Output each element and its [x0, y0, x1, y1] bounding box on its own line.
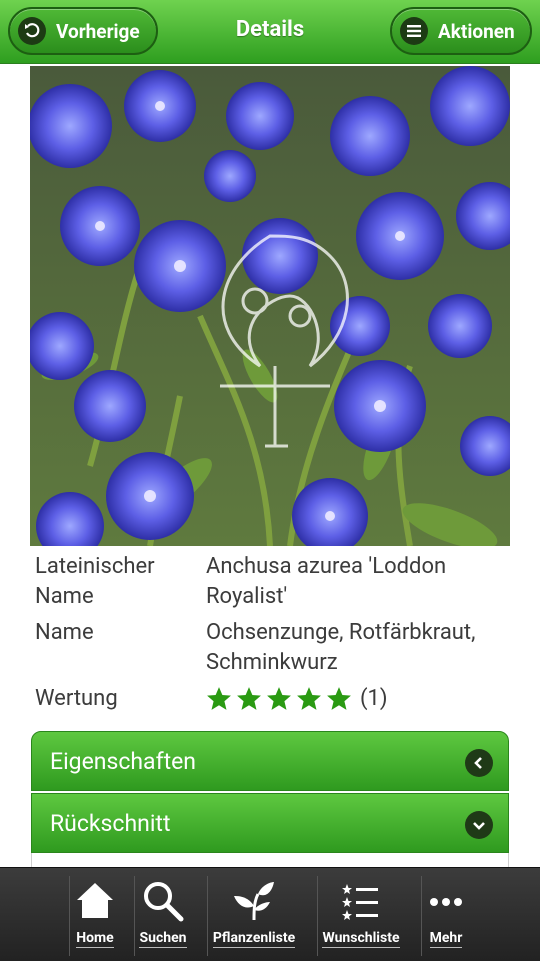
- search-icon: [141, 880, 185, 926]
- tab-wishlist[interactable]: Wunschliste: [318, 876, 404, 956]
- tab-label: Mehr: [429, 930, 463, 948]
- tab-search[interactable]: Suchen: [135, 876, 191, 956]
- tab-label: Pflanzenliste: [212, 930, 296, 948]
- bottom-tab-bar: Home Suchen Pflanzenliste Wunschliste Me…: [0, 867, 540, 961]
- tab-more[interactable]: Mehr: [422, 876, 470, 956]
- star-icon: [267, 687, 291, 710]
- back-arrow-icon: [18, 17, 46, 45]
- rating-count: (1): [360, 686, 388, 711]
- rating-row: Wertung (1): [35, 684, 515, 714]
- menu-icon: [400, 17, 428, 45]
- section-label: Eigenschaften: [50, 747, 196, 775]
- latin-name-label: Lateinischer Name: [35, 554, 155, 609]
- rating-label: Wertung: [35, 686, 118, 711]
- more-icon: [428, 880, 464, 924]
- star-icon: [237, 687, 261, 710]
- header-bar: Vorherige Details Aktionen: [0, 0, 540, 64]
- rating-stars[interactable]: (1): [206, 684, 515, 714]
- home-icon: [75, 880, 115, 924]
- tab-label: Home: [76, 930, 114, 948]
- common-name-label: Name: [35, 620, 94, 645]
- tab-plantlist[interactable]: Pflanzenliste: [208, 876, 300, 956]
- actions-button-label: Aktionen: [438, 19, 515, 43]
- section-eigenschaften[interactable]: Eigenschaften: [31, 731, 509, 791]
- chevron-down-icon: [465, 811, 493, 839]
- back-button-label: Vorherige: [56, 19, 140, 43]
- common-name-value: Ochsenzunge, Rotfärbkraut, Schminkwurz: [206, 620, 476, 675]
- section-rueckschnitt[interactable]: Rückschnitt: [31, 793, 509, 853]
- page-title: Details: [235, 17, 305, 42]
- section-label: Rückschnitt: [50, 809, 171, 837]
- tab-label: Wunschliste: [322, 930, 400, 948]
- plant-icon: [232, 880, 276, 926]
- tab-home[interactable]: Home: [70, 876, 120, 956]
- star-icon: [297, 687, 321, 710]
- star-icon: [207, 687, 231, 710]
- actions-button[interactable]: Aktionen: [390, 7, 532, 55]
- common-name-row: Name Ochsenzunge, Rotfärbkraut, Schminkw…: [35, 618, 515, 678]
- back-button[interactable]: Vorherige: [8, 7, 158, 55]
- latin-name-row: Lateinischer Name Anchusa azurea 'Loddon…: [35, 552, 515, 612]
- star-list-icon: [341, 880, 381, 924]
- plant-info: Lateinischer Name Anchusa azurea 'Loddon…: [35, 552, 515, 720]
- latin-name-value: Anchusa azurea 'Loddon Royalist': [206, 554, 447, 609]
- star-icon: [327, 687, 351, 710]
- plant-photo[interactable]: [30, 66, 510, 546]
- chevron-left-icon: [465, 749, 493, 777]
- tab-label: Suchen: [139, 930, 187, 948]
